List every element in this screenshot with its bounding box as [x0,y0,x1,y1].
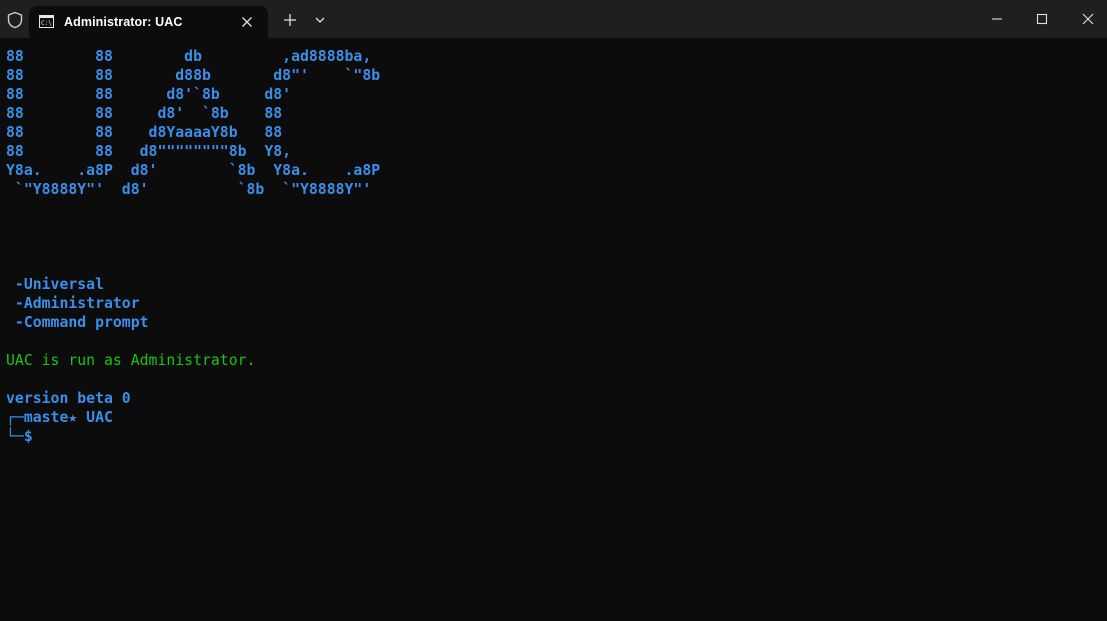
tab-administrator-uac[interactable]: C:\ Administrator: UAC [29,6,268,38]
prompt-bottom-line[interactable]: └─$ [6,427,33,446]
close-icon[interactable] [239,14,255,30]
version-text: version beta 0 [6,390,131,407]
status-message: UAC is run as Administrator. [6,352,256,369]
menu-item-universal: -Universal [6,276,104,293]
terminal-output[interactable]: 88 88 db ,ad8888ba, 88 88 d88b d8"' `"8b… [0,38,1107,621]
prompt-symbol: $ [23,428,33,445]
banner-line: 88 88 d8' `8b 88 [6,105,283,122]
minimize-icon[interactable] [988,10,1006,28]
close-window-icon[interactable] [1079,10,1097,28]
terminal-tab-icon: C:\ [39,15,54,28]
banner-line: 88 88 d8""""""""8b Y8, [6,143,292,160]
title-bar: C:\ Administrator: UAC [0,0,1107,38]
branch-label: maste★ UAC [23,409,113,426]
banner-line: `"Y8888Y"' d8' `8b `"Y8888Y"' [6,181,372,198]
menu-item-administrator: -Administrator [6,295,140,312]
shield-icon [6,11,24,29]
banner-line: Y8a. .a8P d8' `8b Y8a. .a8P [6,162,381,179]
prompt-corner-bottom: └─ [6,428,24,445]
banner-line: 88 88 d8'`8b d8' [6,86,292,103]
prompt-corner-top: ┌─ [6,409,24,426]
chevron-down-icon[interactable] [313,13,327,27]
tab-title: Administrator: UAC [64,15,183,29]
plus-icon[interactable] [282,12,298,28]
banner-line: 88 88 d8YaaaaY8b 88 [6,124,283,141]
maximize-icon[interactable] [1033,10,1051,28]
menu-item-command-prompt: -Command prompt [6,314,149,331]
svg-text:C:\: C:\ [41,20,52,27]
banner-line: 88 88 d88b d8"' `"8b [6,67,381,84]
prompt-top-line: ┌─maste★ UAC [6,408,113,427]
banner-line: 88 88 db ,ad8888ba, [6,48,372,65]
